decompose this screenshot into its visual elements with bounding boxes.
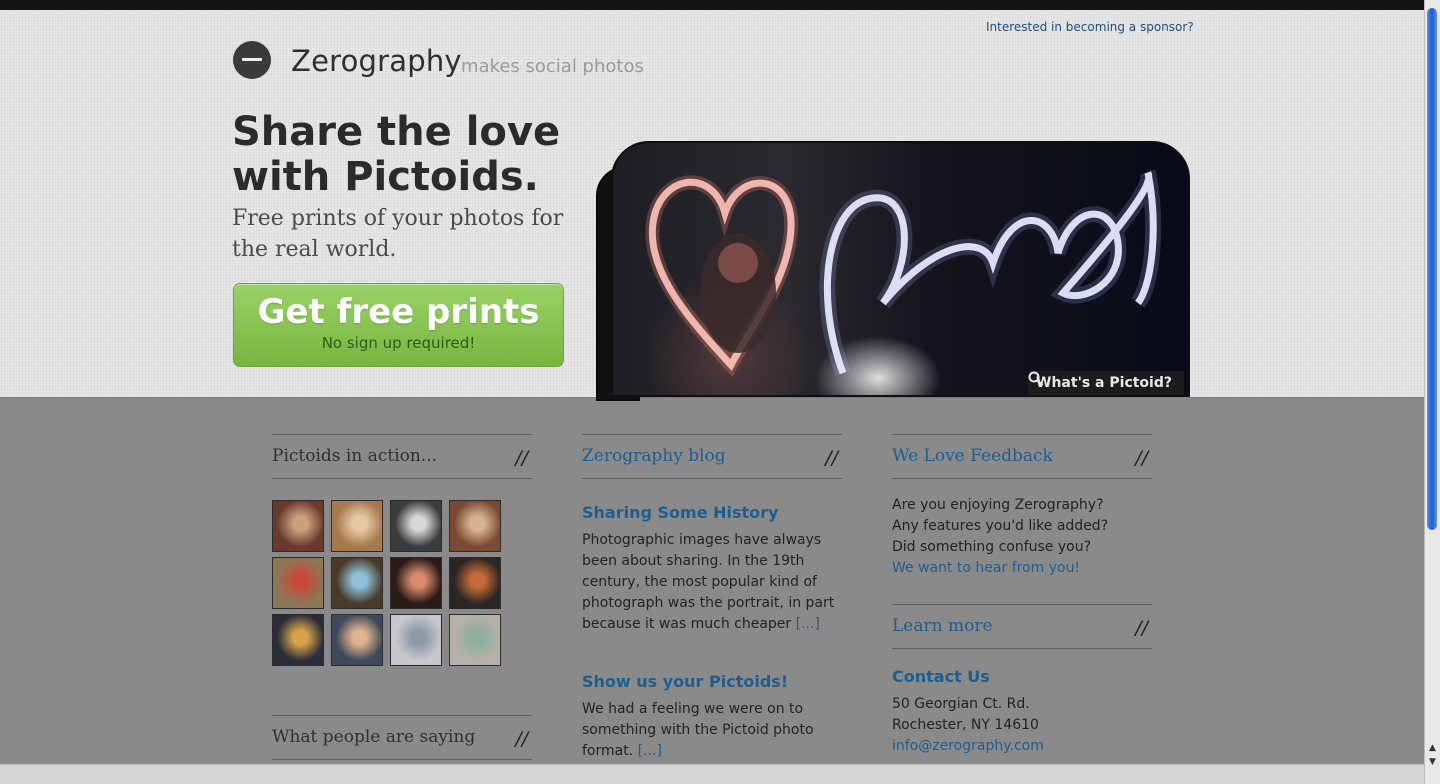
pictoid-thumbnail[interactable] [331,614,383,666]
pictoid-thumbnail[interactable] [449,614,501,666]
learn-more-header: Learn more // [892,604,1152,649]
brand-tagline: makes social photos [461,56,644,77]
whats-a-pictoid-button[interactable]: What's a Pictoid? [1028,371,1184,395]
light-painting-graphic [645,169,1162,378]
pictoid-thumbnail[interactable] [272,500,324,552]
excerpt-text: We had a feeling we were on to something… [582,701,814,759]
feedback-line: Did something confuse you? [892,539,1092,555]
cta-title: Get free prints [257,292,540,332]
learn-more-link[interactable]: Learn more [892,616,993,636]
contact-info: 50 Georgian Ct. Rd. Rochester, NY 14610 … [892,694,1152,757]
badge-label: What's a Pictoid? [1036,375,1172,391]
blog-header: Zerography blog // [582,434,842,479]
feedback-line: Any features you'd like added? [892,518,1109,534]
horizontal-scrollbar[interactable] [0,764,1424,784]
scroll-up-arrow[interactable]: ▲ [1425,742,1440,754]
pictoid-thumbnail[interactable] [449,500,501,552]
pictoid-thumbnail[interactable] [272,614,324,666]
blog-title[interactable]: Zerography blog [582,446,726,466]
minus-icon [242,58,262,61]
magnifier-icon [1028,371,1044,387]
feedback-text: Are you enjoying Zerography? Any feature… [892,495,1152,579]
blog-post-title[interactable]: Show us your Pictoids! [582,672,842,691]
pictoid-thumbnail[interactable] [272,557,324,609]
blog-column: Zerography blog // Sharing Some History … [582,434,842,762]
email-link[interactable]: info@zerography.com [892,736,1152,757]
testimonials-header: What people are saying // [272,715,532,760]
read-more-link[interactable]: [...] [796,616,820,632]
brand-name[interactable]: Zerography [291,44,462,78]
hero-headline: Share the love with Pictoids. [232,109,561,200]
feedback-link[interactable]: We want to hear from you! [892,558,1152,579]
blog-post-title[interactable]: Sharing Some History [582,503,842,522]
pictoids-column: Pictoids in action... // What people are… [272,434,532,760]
slashes-mark: // [825,447,838,469]
blog-post-excerpt: We had a feeling we were on to something… [582,699,842,762]
hero-photo: What's a Pictoid? [613,143,1188,395]
address-line: Rochester, NY 14610 [892,717,1039,733]
top-bar [0,0,1424,10]
cta-subtitle: No sign up required! [321,334,476,352]
pictoids-title: Pictoids in action... [272,446,438,466]
pictoid-thumbnail[interactable] [331,500,383,552]
hero-subheadline: Free prints of your photos for the real … [232,206,564,262]
address-line: 50 Georgian Ct. Rd. [892,696,1030,712]
hero-photo-frame: What's a Pictoid? [611,141,1190,397]
scrollbar-thumb[interactable] [1427,8,1437,530]
pictoid-thumbnail[interactable] [390,500,442,552]
logo-icon[interactable] [233,41,271,79]
slashes-mark: // [515,728,528,750]
slashes-mark: // [1135,447,1148,469]
pictoid-thumbnail[interactable] [390,614,442,666]
contact-title: Contact Us [892,667,990,686]
blog-post-excerpt: Photographic images have always been abo… [582,530,842,635]
read-more-link[interactable]: [...] [638,743,662,759]
testimonials-title: What people are saying [272,727,476,747]
pictoid-thumbnail[interactable] [449,557,501,609]
slashes-mark: // [515,447,528,469]
feedback-column: We Love Feedback // Are you enjoying Zer… [892,434,1152,757]
feedback-title[interactable]: We Love Feedback [892,446,1053,466]
sponsor-link[interactable]: Interested in becoming a sponsor? [986,20,1194,34]
thumbnail-grid [272,500,532,666]
scroll-down-arrow[interactable]: ▼ [1425,756,1440,768]
pictoid-thumbnail[interactable] [331,557,383,609]
get-free-prints-button[interactable]: Get free prints No sign up required! [233,283,564,367]
feedback-line: Are you enjoying Zerography? [892,497,1104,513]
pictoids-header: Pictoids in action... // [272,434,532,479]
pictoid-thumbnail[interactable] [390,557,442,609]
slashes-mark: // [1135,617,1148,639]
feedback-header: We Love Feedback // [892,434,1152,479]
